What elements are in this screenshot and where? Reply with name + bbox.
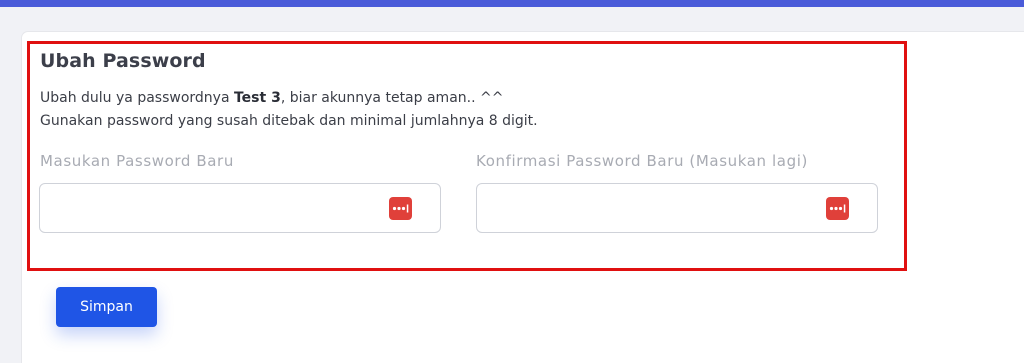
- confirm-password-field[interactable]: [476, 183, 878, 233]
- confirm-password-input[interactable]: [487, 194, 817, 222]
- description-suffix: , biar akunnya tetap aman.. ^^: [280, 90, 504, 106]
- top-accent-bar: [0, 0, 1024, 7]
- form-description: Ubah dulu ya passwordnya Test 3, biar ak…: [40, 87, 538, 133]
- page-title: Ubah Password: [40, 50, 206, 72]
- new-password-label: Masukan Password Baru: [40, 152, 234, 170]
- description-prefix: Ubah dulu ya passwordnya: [40, 90, 234, 106]
- password-manager-icon[interactable]: [389, 197, 412, 220]
- new-password-input[interactable]: [50, 194, 380, 222]
- description-line-1: Ubah dulu ya passwordnya Test 3, biar ak…: [40, 87, 538, 110]
- description-line-2: Gunakan password yang susah ditebak dan …: [40, 113, 538, 129]
- new-password-field[interactable]: [39, 183, 441, 233]
- username-text: Test 3: [233, 90, 281, 106]
- confirm-password-label: Konfirmasi Password Baru (Masukan lagi): [476, 152, 808, 170]
- password-manager-icon[interactable]: [826, 197, 849, 220]
- save-button[interactable]: Simpan: [56, 287, 157, 327]
